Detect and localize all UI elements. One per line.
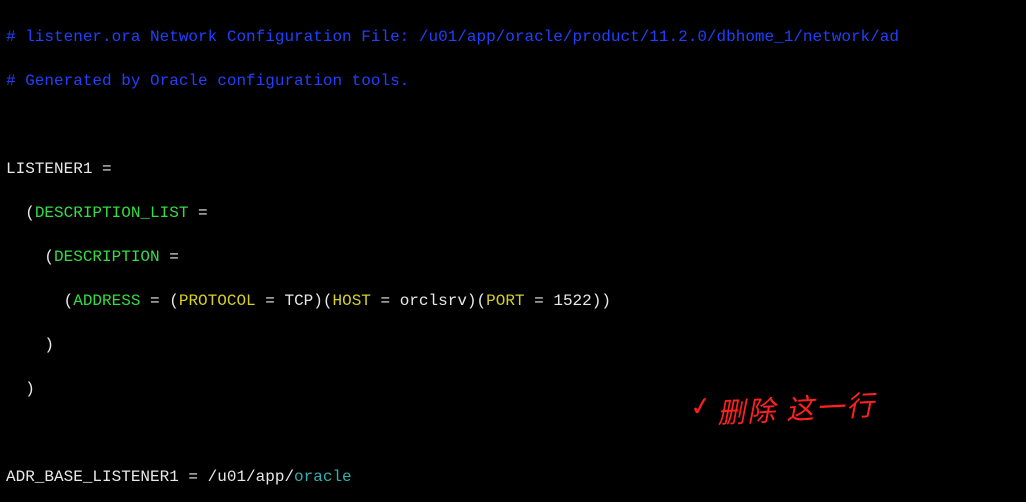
port-kw: PORT: [486, 292, 524, 310]
listener1-dl-close: ): [6, 378, 1020, 400]
protocol-kw: PROTOCOL: [179, 292, 256, 310]
port-val: 1522: [553, 292, 591, 310]
listener1-desc-open: (DESCRIPTION =: [6, 246, 1020, 268]
adr1-last: oracle: [294, 468, 352, 486]
blank-line: [6, 422, 1020, 444]
host-val: orclsrv: [400, 292, 467, 310]
adr1-key: ADR_BASE_LISTENER1: [6, 468, 179, 486]
comment-line-2: # Generated by Oracle configuration tool…: [6, 70, 1020, 92]
protocol-val: TCP: [284, 292, 313, 310]
blank-line: [6, 114, 1020, 136]
terminal-editor[interactable]: # listener.ora Network Configuration Fil…: [0, 0, 1026, 502]
desc-list-kw: DESCRIPTION_LIST: [35, 204, 189, 222]
listener1-address: (ADDRESS = (PROTOCOL = TCP)(HOST = orcls…: [6, 290, 1020, 312]
listener1-desc-close: ): [6, 334, 1020, 356]
adr1-path: = /u01/app/: [179, 468, 294, 486]
host-kw: HOST: [332, 292, 370, 310]
listener1-name: LISTENER1: [6, 160, 92, 178]
listener1-eq: =: [92, 160, 111, 178]
desc-kw: DESCRIPTION: [54, 248, 160, 266]
comment-line-1: # listener.ora Network Configuration Fil…: [6, 26, 1020, 48]
address-kw: ADDRESS: [73, 292, 140, 310]
listener1-header: LISTENER1 =: [6, 158, 1020, 180]
adr-base-1: ADR_BASE_LISTENER1 = /u01/app/oracle: [6, 466, 1020, 488]
listener1-dl-open: (DESCRIPTION_LIST =: [6, 202, 1020, 224]
